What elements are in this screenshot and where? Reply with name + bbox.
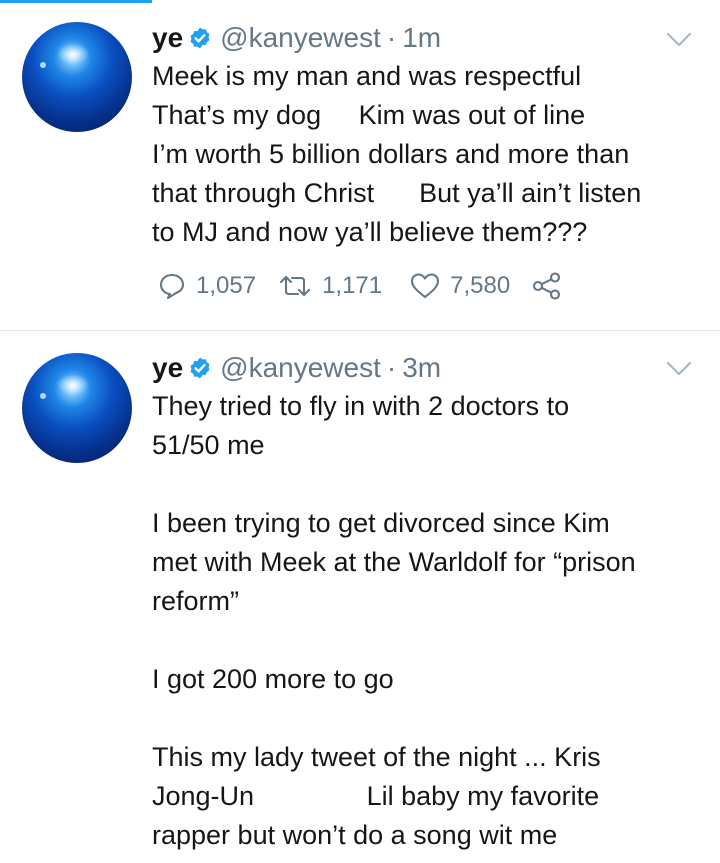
tweet[interactable]: ye @kanyewest · 1m Meek is my man and wa… (0, 0, 720, 331)
display-name[interactable]: ye (152, 352, 183, 384)
chevron-down-icon[interactable] (666, 361, 692, 377)
reply-count: 1,057 (196, 272, 257, 299)
username-handle[interactable]: @kanyewest (220, 22, 381, 54)
tweet-text: Meek is my man and was respectful That’s… (152, 61, 642, 247)
avatar-spark (40, 62, 46, 68)
verified-badge-icon (190, 27, 210, 49)
separator-dot: · (386, 352, 397, 383)
reply-icon (159, 273, 185, 300)
reply-button[interactable]: 1,057 (158, 272, 256, 300)
timestamp[interactable]: 3m (402, 352, 441, 384)
separator-dot: · (386, 22, 397, 53)
tweet-actions: 1,057 1,171 7,580 (158, 272, 562, 300)
heart-icon (411, 273, 440, 299)
share-icon (533, 272, 561, 300)
timeline: ye @kanyewest · 1m Meek is my man and wa… (0, 0, 720, 863)
chevron-down-icon[interactable] (666, 32, 692, 48)
like-count: 7,580 (450, 272, 511, 299)
like-button[interactable]: 7,580 (410, 272, 510, 300)
display-name[interactable]: ye (152, 22, 183, 54)
timestamp[interactable]: 1m (402, 22, 441, 54)
share-button[interactable] (532, 272, 562, 300)
avatar-glare (58, 44, 88, 64)
retweet-count: 1,171 (322, 272, 383, 299)
avatar[interactable] (22, 22, 132, 132)
tweet[interactable]: ye @kanyewest · 3m They tried to fly in … (0, 331, 720, 863)
tweet-text: They tried to fly in with 2 doctors to 5… (152, 391, 636, 850)
tweet-header: ye @kanyewest · 3m (152, 350, 441, 386)
username-handle[interactable]: @kanyewest (220, 352, 381, 384)
tweet-header: ye @kanyewest · 1m (152, 20, 441, 56)
verified-badge-icon (190, 357, 210, 379)
retweet-icon (280, 275, 311, 297)
retweet-button[interactable]: 1,171 (278, 272, 382, 300)
avatar[interactable] (22, 353, 132, 463)
avatar-spark (40, 393, 46, 399)
avatar-glare (58, 375, 88, 395)
